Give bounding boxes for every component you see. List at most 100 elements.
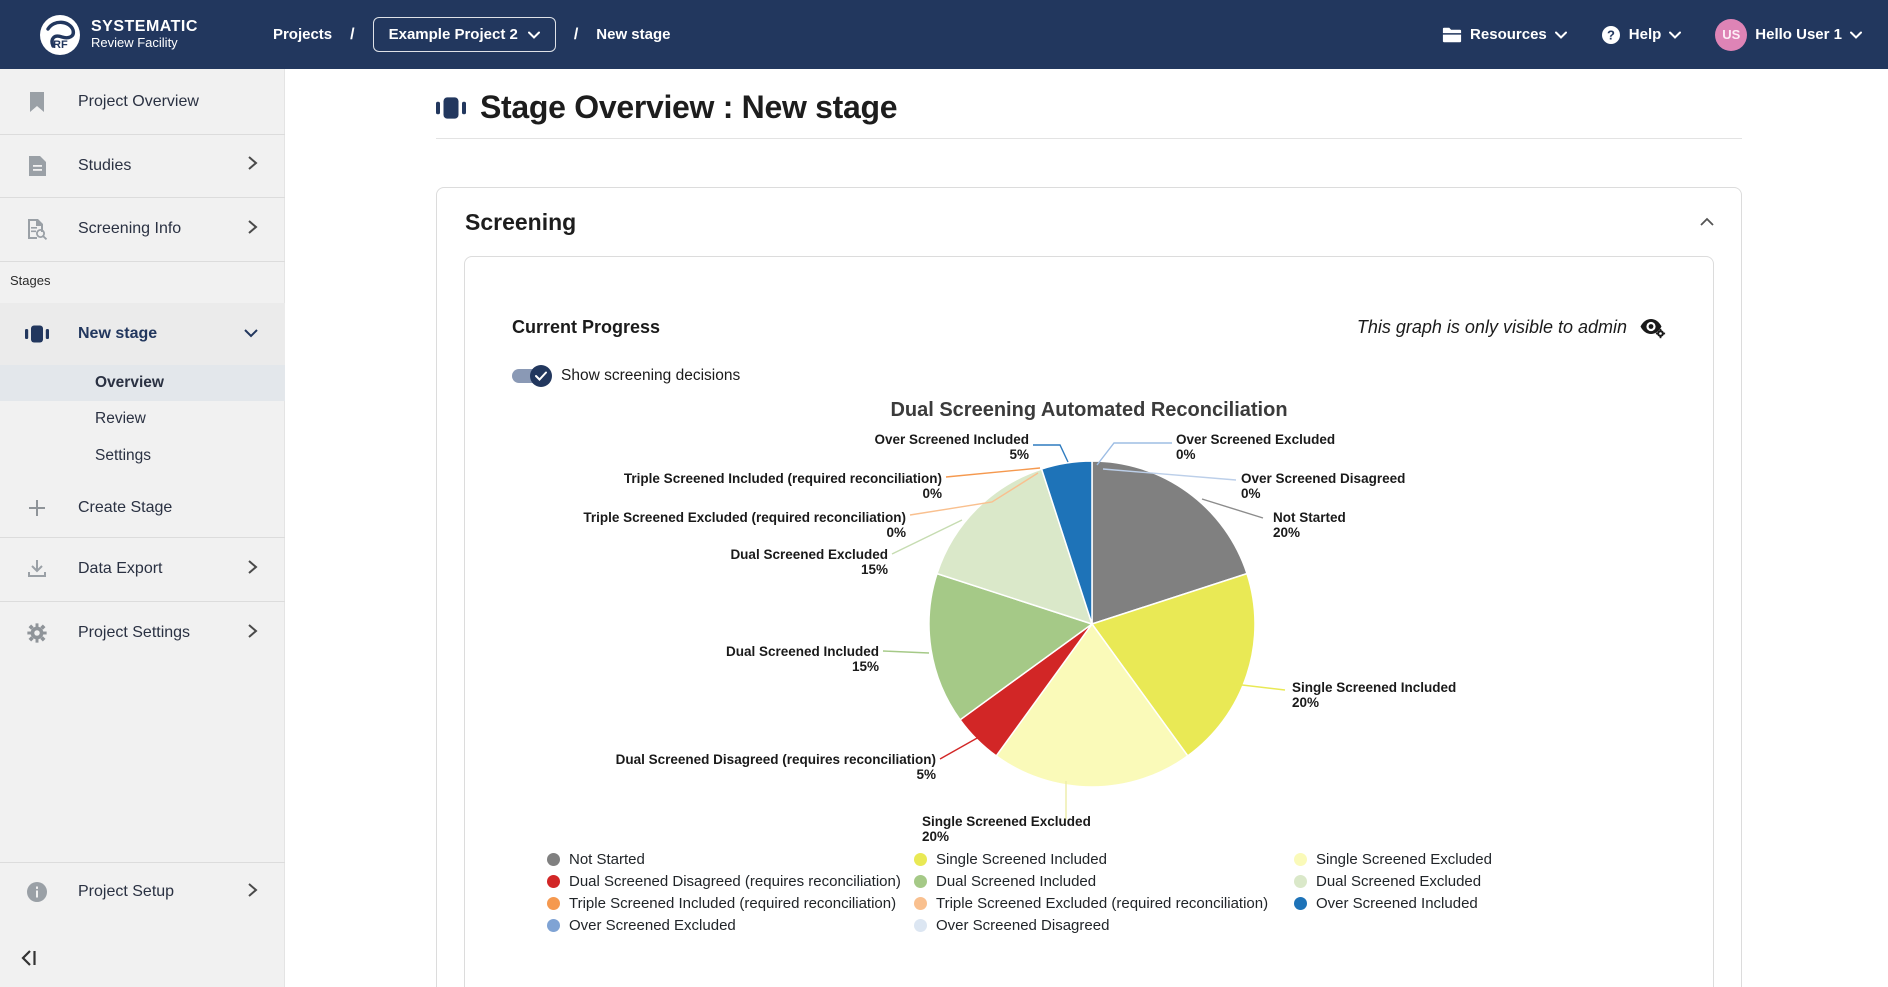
legend-label: Triple Screened Excluded (required recon… <box>936 895 1268 912</box>
callout-label: Single Screened Excluded <box>922 814 1091 829</box>
document-search-icon <box>24 218 50 240</box>
legend-dot <box>547 919 560 932</box>
main-content: Stage Overview : New stage Screening Cur… <box>285 69 1888 987</box>
sidebar-subitem-review[interactable]: Review <box>0 401 285 437</box>
legend-item: Triple Screened Excluded (required recon… <box>914 893 1294 913</box>
top-navbar: RF SYSTEMATIC Review Facility Projects /… <box>0 0 1888 69</box>
visibility-settings-icon <box>1639 315 1666 339</box>
callout-label: 0% <box>1241 486 1261 501</box>
legend-dot <box>914 897 927 910</box>
legend-label: Dual Screened Included <box>936 873 1096 890</box>
legend-dot <box>1294 897 1307 910</box>
sidebar-collapse-button[interactable] <box>20 948 40 973</box>
app-logo[interactable]: RF SYSTEMATIC Review Facility <box>40 15 198 55</box>
callout-label: Dual Screened Included <box>726 644 879 659</box>
bookmark-icon <box>24 91 50 113</box>
sidebar-subitem-overview[interactable]: Overview <box>0 365 285 401</box>
breadcrumb-current-stage: New stage <box>596 26 670 43</box>
callout-label: Single Screened Included <box>1292 680 1456 695</box>
collapse-section-button[interactable] <box>1699 214 1715 232</box>
sidebar-item-create-stage[interactable]: Create Stage <box>0 479 285 536</box>
screening-card-title: Screening <box>465 209 576 236</box>
chevron-right-icon <box>245 219 259 240</box>
page-title-row: Stage Overview : New stage <box>436 87 1742 139</box>
stage-carousel-icon <box>436 96 466 120</box>
callout-label: Triple Screened Excluded (required recon… <box>583 510 906 525</box>
plus-icon <box>24 499 50 517</box>
legend-label: Single Screened Included <box>936 851 1107 868</box>
legend-item: Dual Screened Excluded <box>1294 871 1694 891</box>
user-greeting: Hello User 1 <box>1755 26 1842 43</box>
sidebar-item-project-setup[interactable]: Project Setup <box>0 862 285 922</box>
toggle-label: Show screening decisions <box>561 367 740 385</box>
legend-item: Over Screened Disagreed <box>914 915 1294 935</box>
current-progress-panel: Current Progress This graph is only visi… <box>464 256 1714 987</box>
callout-label: Dual Screened Disagreed (requires reconc… <box>616 752 936 767</box>
callout-label: 5% <box>916 767 936 782</box>
legend-label: Single Screened Excluded <box>1316 851 1492 868</box>
help-icon: ? <box>1601 25 1621 45</box>
callout-label: 20% <box>922 829 949 844</box>
project-selector-button[interactable]: Example Project 2 <box>373 17 556 52</box>
legend-label: Dual Screened Disagreed (requires reconc… <box>569 873 901 890</box>
chevron-right-icon <box>245 559 259 580</box>
breadcrumb-projects[interactable]: Projects <box>273 26 332 43</box>
sidebar-item-project-overview[interactable]: Project Overview <box>0 70 285 134</box>
callout-label: 20% <box>1292 695 1319 710</box>
sidebar-item-screening-info[interactable]: Screening Info <box>0 197 285 261</box>
callout-label: 0% <box>886 525 906 540</box>
sidebar-item-data-export[interactable]: Data Export <box>0 537 285 601</box>
callout-label: 15% <box>852 659 879 674</box>
sidebar: Project Overview Studies <box>0 69 285 987</box>
svg-text:RF: RF <box>53 39 68 51</box>
sidebar-item-studies[interactable]: Studies <box>0 134 285 197</box>
chart-title: Dual Screening Automated Reconciliation <box>465 399 1713 422</box>
resources-menu[interactable]: Resources <box>1442 26 1567 44</box>
legend-column: Single Screened Excluded Dual Screened Ex… <box>1294 849 1694 935</box>
help-menu[interactable]: ? Help <box>1601 25 1682 45</box>
breadcrumb-separator: / <box>574 26 578 44</box>
sidebar-item-new-stage[interactable]: New stage <box>0 303 285 365</box>
chevron-right-icon <box>245 882 259 903</box>
legend-dot <box>547 875 560 888</box>
legend-label: Over Screened Excluded <box>569 917 736 934</box>
callout-label: Triple Screened Included (required recon… <box>624 471 942 486</box>
legend-item: Over Screened Excluded <box>547 915 914 935</box>
app-screen: RF SYSTEMATIC Review Facility Projects /… <box>0 0 1888 987</box>
callout-leader-line <box>1033 445 1068 462</box>
legend-item: Not Started <box>547 849 914 869</box>
page-title: Stage Overview : New stage <box>480 89 897 126</box>
user-menu[interactable]: US Hello User 1 <box>1715 19 1862 51</box>
pie-chart: Not Started20%Single Screened Included20… <box>465 427 1713 847</box>
legend-dot <box>547 853 560 866</box>
gear-icon <box>24 622 50 644</box>
chevron-down-icon <box>243 325 259 343</box>
legend-column: Not Started Dual Screened Disagreed (requ… <box>547 849 914 935</box>
legend-dot <box>914 875 927 888</box>
callout-label: 0% <box>1176 447 1196 462</box>
callout-label: Not Started <box>1273 510 1346 525</box>
legend-column: Single Screened Included Dual Screened In… <box>914 849 1294 935</box>
legend-item: Single Screened Excluded <box>1294 849 1694 869</box>
callout-label: Dual Screened Excluded <box>730 547 888 562</box>
toggle-knob-check-icon <box>530 365 552 387</box>
callout-label: Over Screened Excluded <box>1176 432 1335 447</box>
chevron-right-icon <box>245 155 259 176</box>
callout-label: Over Screened Included <box>874 432 1029 447</box>
legend-dot <box>1294 875 1307 888</box>
srf-logo-icon: RF <box>40 15 80 55</box>
document-icon <box>24 155 50 177</box>
admin-visibility-note: This graph is only visible to admin <box>1357 315 1666 339</box>
sidebar-subitem-settings[interactable]: Settings <box>0 437 285 475</box>
legend-label: Over Screened Disagreed <box>936 917 1109 934</box>
sidebar-item-project-settings[interactable]: Project Settings <box>0 601 285 665</box>
brand-name: SYSTEMATIC <box>91 19 198 36</box>
callout-leader-line <box>883 651 929 653</box>
progress-heading: Current Progress <box>512 317 660 338</box>
stages-section-label: Stages <box>10 273 50 288</box>
legend-item: Dual Screened Included <box>914 871 1294 891</box>
legend-label: Dual Screened Excluded <box>1316 873 1481 890</box>
show-screening-decisions-toggle[interactable] <box>512 365 552 387</box>
legend-dot <box>914 919 927 932</box>
legend-item: Triple Screened Included (required recon… <box>547 893 914 913</box>
